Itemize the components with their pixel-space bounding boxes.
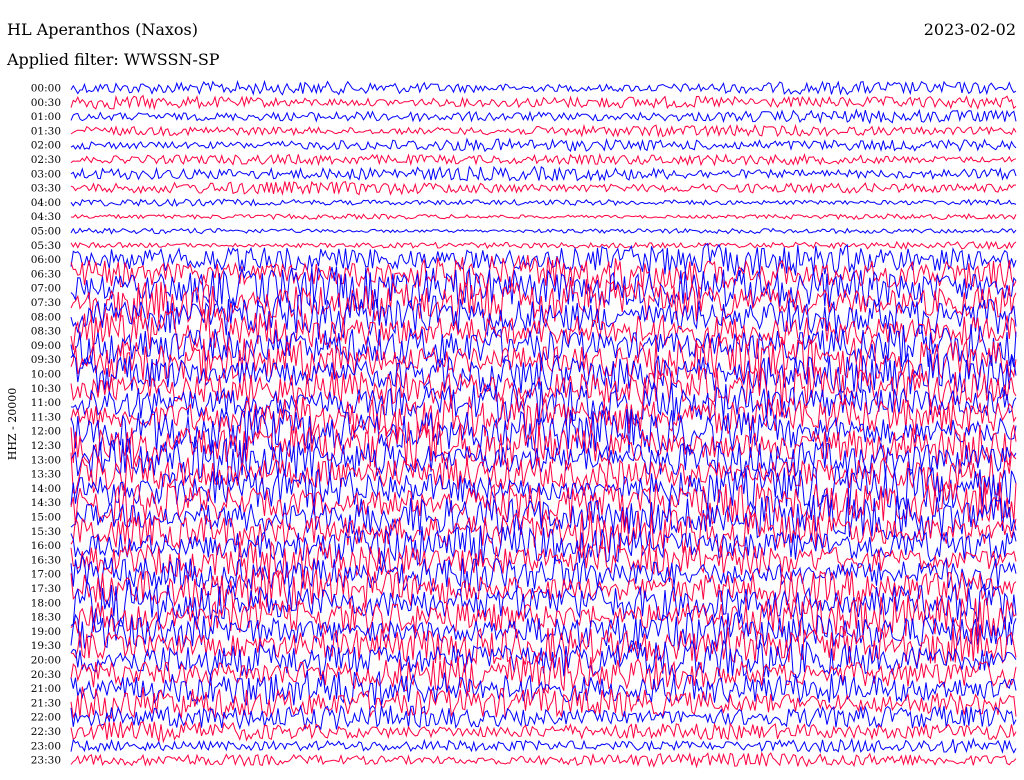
time-tick-label: 19:00 bbox=[31, 626, 61, 638]
trace-layer bbox=[70, 79, 1017, 769]
time-tick-label: 17:00 bbox=[31, 569, 61, 581]
time-tick-label: 09:30 bbox=[31, 354, 61, 366]
time-tick-label: 03:00 bbox=[31, 168, 61, 180]
time-tick-label: 16:30 bbox=[31, 554, 61, 566]
trace-line bbox=[70, 123, 1017, 138]
time-tick-label: 22:30 bbox=[31, 726, 61, 738]
time-tick-label: 00:00 bbox=[31, 83, 61, 95]
time-tick-label: 07:00 bbox=[31, 283, 61, 295]
trace-line bbox=[70, 79, 1017, 96]
time-tick-label: 23:00 bbox=[31, 740, 61, 752]
time-tick-label: 08:00 bbox=[31, 311, 61, 323]
trace-line bbox=[70, 567, 1017, 612]
time-tick-label: 08:30 bbox=[31, 326, 61, 338]
time-tick-label: 11:00 bbox=[31, 397, 61, 409]
trace-line bbox=[70, 719, 1017, 744]
time-tick-label: 20:30 bbox=[31, 669, 61, 681]
trace-line bbox=[70, 212, 1017, 221]
time-tick-label: 06:30 bbox=[31, 268, 61, 280]
trace-line bbox=[70, 655, 1017, 695]
time-tick-label: 05:30 bbox=[31, 240, 61, 252]
time-tick-label: 07:30 bbox=[31, 297, 61, 309]
trace-line bbox=[70, 686, 1017, 720]
trace-line bbox=[70, 180, 1017, 196]
trace-line bbox=[70, 94, 1017, 111]
time-tick-label: 20:00 bbox=[31, 655, 61, 667]
time-tick-label: 00:30 bbox=[31, 97, 61, 109]
helicorder-chart: 00:00 00:30 01:00 01:30 02:00 02:30 03:00 03:30… bbox=[6, 79, 1017, 769]
trace-line bbox=[70, 108, 1017, 125]
time-tick-label: 13:00 bbox=[31, 454, 61, 466]
trace-line bbox=[70, 704, 1017, 731]
time-tick-label: 10:30 bbox=[31, 383, 61, 395]
trace-line bbox=[70, 227, 1017, 235]
trace-line bbox=[70, 524, 1017, 567]
time-tick-label: 23:30 bbox=[31, 755, 61, 767]
time-tick-label: 06:00 bbox=[31, 254, 61, 266]
time-tick-label: 19:30 bbox=[31, 640, 61, 652]
time-tick-label: 12:30 bbox=[31, 440, 61, 452]
time-tick-label: 21:00 bbox=[31, 683, 61, 695]
time-tick-label: 03:30 bbox=[31, 183, 61, 195]
trace-line bbox=[70, 198, 1017, 207]
time-tick-label: 21:30 bbox=[31, 697, 61, 709]
time-tick-label: 02:30 bbox=[31, 154, 61, 166]
time-tick-label: 15:30 bbox=[31, 526, 61, 538]
time-tick-label: 15:00 bbox=[31, 512, 61, 524]
time-tick-label: 04:30 bbox=[31, 211, 61, 223]
time-axis: 00:00 00:30 01:00 01:30 02:00 02:30 03:00 03:30… bbox=[31, 83, 61, 767]
time-tick-label: 02:00 bbox=[31, 140, 61, 152]
time-tick-label: 18:00 bbox=[31, 597, 61, 609]
time-tick-label: 18:30 bbox=[31, 612, 61, 624]
trace-line bbox=[70, 579, 1017, 627]
time-tick-label: 12:00 bbox=[31, 426, 61, 438]
time-tick-label: 10:00 bbox=[31, 369, 61, 381]
trace-line bbox=[70, 137, 1017, 153]
time-tick-label: 14:30 bbox=[31, 497, 61, 509]
time-tick-label: 11:30 bbox=[31, 411, 61, 423]
time-tick-label: 14:00 bbox=[31, 483, 61, 495]
time-tick-label: 13:30 bbox=[31, 469, 61, 481]
time-tick-label: 05:00 bbox=[31, 226, 61, 238]
trace-line bbox=[70, 737, 1017, 754]
time-tick-label: 04:00 bbox=[31, 197, 61, 209]
trace-line bbox=[70, 152, 1017, 167]
trace-line bbox=[70, 751, 1017, 769]
time-tick-label: 01:30 bbox=[31, 125, 61, 137]
time-tick-label: 22:00 bbox=[31, 712, 61, 724]
channel-label: HHZ - 20000 bbox=[6, 388, 19, 461]
trace-line bbox=[70, 165, 1017, 182]
time-tick-label: 09:00 bbox=[31, 340, 61, 352]
time-tick-label: 16:00 bbox=[31, 540, 61, 552]
time-tick-label: 17:30 bbox=[31, 583, 61, 595]
time-tick-label: 01:00 bbox=[31, 111, 61, 123]
trace-line bbox=[70, 240, 1017, 251]
